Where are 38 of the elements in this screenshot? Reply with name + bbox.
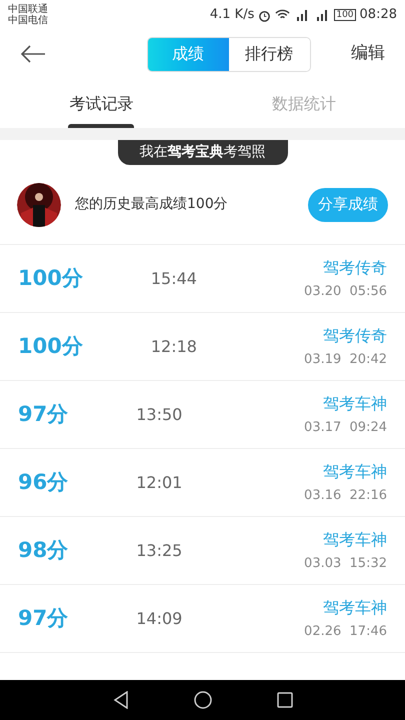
duration: 13:50 (136, 404, 184, 426)
title-label: 驾考传奇 (323, 256, 387, 279)
duration: 12:01 (136, 472, 184, 494)
title-label: 驾考传奇 (323, 324, 387, 347)
record-date: 03.20 05:56 (304, 282, 387, 301)
score: 100分 (18, 264, 83, 292)
record-date: 03.19 20:42 (304, 350, 387, 369)
best-score-text: 您的历史最高成绩100分 (75, 195, 229, 214)
back-icon[interactable] (20, 45, 46, 63)
duration: 12:18 (150, 336, 198, 358)
network-speed: 4.1 K/s (210, 6, 254, 24)
tab[interactable]: 考试记录 (0, 78, 202, 128)
record-date: 03.03 15:32 (304, 554, 387, 573)
duration: 15:44 (150, 268, 198, 290)
carrier-name: 中国联通 (8, 4, 48, 15)
record-date: 02.26 17:46 (304, 622, 387, 641)
home-icon[interactable] (194, 691, 212, 709)
carrier-name: 中国电信 (8, 15, 48, 26)
banner-label: 我在驾考宝典考驾照 (118, 140, 288, 165)
record-date: 03.16 22:16 (304, 486, 387, 505)
title-label: 驾考车神 (323, 460, 387, 483)
record-date: 03.17 09:24 (304, 418, 387, 437)
score: 97分 (18, 604, 68, 632)
title-label: 驾考车神 (323, 528, 387, 551)
score: 96分 (18, 468, 68, 496)
score: 100分 (18, 332, 83, 360)
score: 98分 (18, 536, 68, 564)
clock: 08:28 (360, 6, 397, 24)
alarm-icon (258, 8, 272, 22)
title-label: 驾考车神 (323, 392, 387, 415)
duration: 13:25 (136, 540, 184, 562)
recents-icon[interactable] (276, 692, 292, 708)
title-label: 驾考车神 (323, 596, 387, 619)
battery-level: 100 (334, 9, 356, 21)
wifi-icon (275, 9, 290, 21)
score: 97分 (18, 400, 68, 428)
edit-button[interactable]: 编辑 (351, 41, 385, 67)
duration: 14:09 (136, 608, 184, 630)
